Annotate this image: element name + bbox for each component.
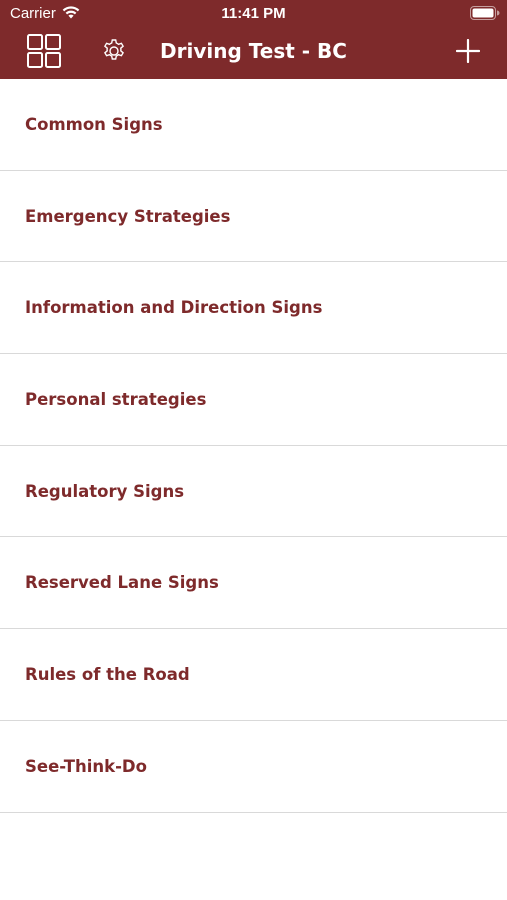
category-list: Common Signs Emergency Strategies Inform… [0, 79, 507, 813]
list-item-common-signs[interactable]: Common Signs [0, 79, 507, 171]
add-button[interactable] [452, 37, 484, 69]
list-item-see-think-do[interactable]: See-Think-Do [0, 721, 507, 813]
battery-icon [470, 6, 500, 20]
page-title: Driving Test - BC [160, 39, 347, 63]
list-item-label: Information and Direction Signs [25, 298, 323, 318]
list-item-emergency-strategies[interactable]: Emergency Strategies [0, 171, 507, 263]
list-item-label: See-Think-Do [25, 756, 147, 776]
list-item-label: Emergency Strategies [25, 206, 231, 226]
status-bar: Carrier 11:41 PM [0, 0, 507, 28]
navbar: Driving Test - BC [0, 28, 507, 79]
list-item-personal-strategies[interactable]: Personal strategies [0, 354, 507, 446]
list-item-label: Rules of the Road [25, 664, 190, 684]
list-item-regulatory-signs[interactable]: Regulatory Signs [0, 446, 507, 538]
list-item-reserved-lane-signs[interactable]: Reserved Lane Signs [0, 537, 507, 630]
status-time: 11:41 PM [221, 5, 286, 22]
list-item-label: Personal strategies [25, 389, 207, 409]
list-item-rules-of-the-road[interactable]: Rules of the Road [0, 629, 507, 721]
header: Carrier 11:41 PM Driving Test - BC [0, 0, 507, 79]
list-item-label: Common Signs [25, 114, 163, 134]
list-item-information-direction-signs[interactable]: Information and Direction Signs [0, 262, 507, 355]
list-item-label: Reserved Lane Signs [25, 573, 219, 593]
plus-icon [455, 38, 481, 67]
list-item-label: Regulatory Signs [25, 481, 185, 501]
